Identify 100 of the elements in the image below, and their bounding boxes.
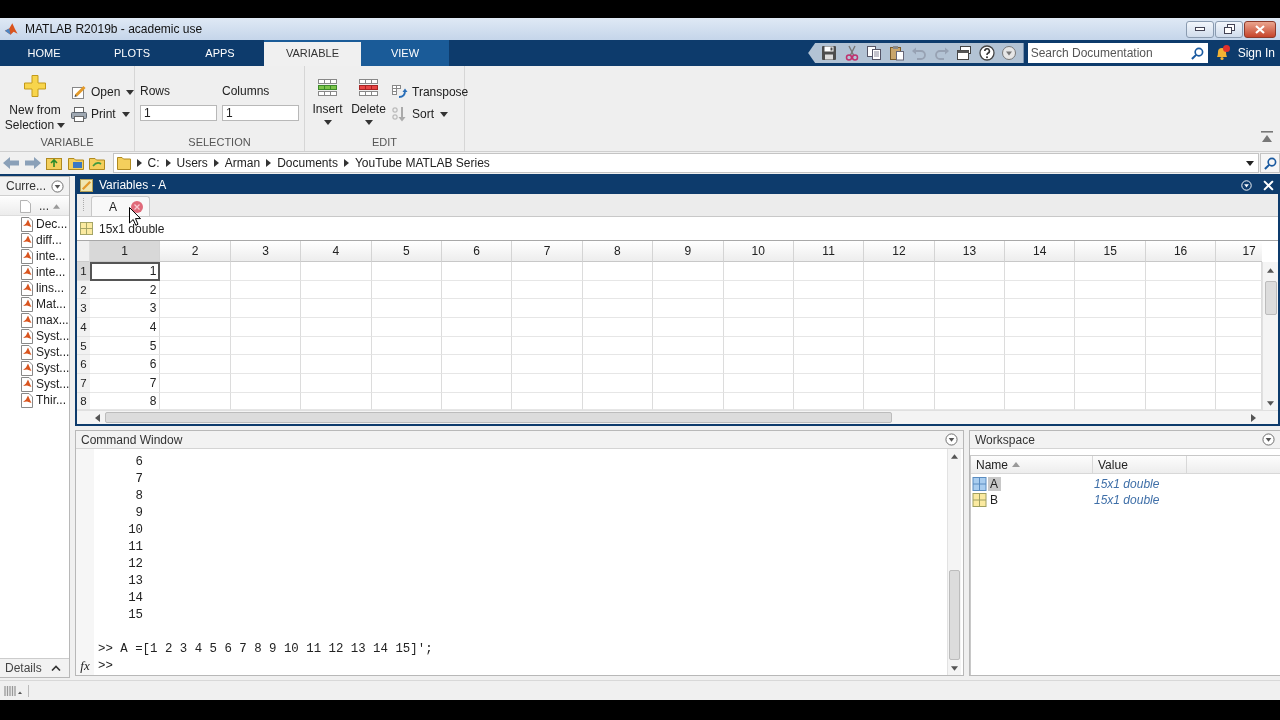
empty-cell[interactable] [864,336,935,356]
empty-cell[interactable] [230,299,302,319]
empty-cell[interactable] [441,299,513,319]
status-grip-icon[interactable] [4,684,29,697]
empty-cell[interactable] [371,374,442,393]
empty-cell[interactable] [793,374,865,393]
dropdown-circle-icon[interactable] [51,179,64,193]
dropdown-circle-icon[interactable] [945,433,958,446]
empty-cell[interactable] [582,280,654,300]
empty-cell[interactable] [160,374,231,393]
document-tab[interactable]: A [91,196,150,216]
column-header[interactable]: 4 [301,241,372,262]
table-cell[interactable]: 5 [90,336,161,356]
empty-cell[interactable] [582,299,654,319]
ribbon-tab[interactable]: VIEW [361,40,449,66]
empty-cell[interactable] [793,336,865,356]
column-header[interactable]: 3 [230,241,302,262]
file-name[interactable]: Syst... [36,377,70,391]
empty-cell[interactable] [230,336,302,356]
column-header[interactable]: 14 [1005,241,1076,262]
empty-cell[interactable] [793,262,865,281]
empty-cell[interactable] [864,374,935,393]
empty-cell[interactable] [1005,355,1076,375]
empty-cell[interactable] [1145,355,1217,375]
scrollbar-thumb[interactable] [105,412,892,423]
empty-cell[interactable] [723,262,794,281]
search-field[interactable]: Search Documentation [1027,43,1188,63]
empty-cell[interactable] [1075,374,1146,393]
empty-cell[interactable] [371,262,442,281]
empty-cell[interactable] [230,374,302,393]
empty-cell[interactable] [301,374,372,393]
empty-cell[interactable] [301,299,372,319]
columns-field[interactable]: 1 [222,105,299,121]
column-header[interactable]: 15 [1075,241,1146,262]
table-cell[interactable]: 3 [90,299,161,319]
file-name[interactable]: Thir... [36,393,66,407]
empty-cell[interactable] [1075,336,1146,356]
column-header[interactable]: 11 [793,241,865,262]
empty-cell[interactable] [1005,336,1076,356]
empty-cell[interactable] [1005,374,1076,393]
empty-cell[interactable] [1005,262,1076,281]
empty-cell[interactable] [371,355,442,375]
empty-cell[interactable] [441,336,513,356]
column-header[interactable]: 12 [864,241,935,262]
rows-field[interactable]: 1 [140,105,217,121]
empty-cell[interactable] [723,336,794,356]
function-browser-button[interactable]: fx [80,658,90,675]
empty-cell[interactable] [653,336,724,356]
empty-cell[interactable] [441,262,513,281]
file-name[interactable]: inte... [36,249,66,263]
column-header[interactable]: 16 [1145,241,1217,262]
scroll-up-icon[interactable] [1267,268,1274,273]
empty-cell[interactable] [512,262,583,281]
empty-cell[interactable] [371,336,442,356]
empty-cell[interactable] [653,280,724,300]
row-header[interactable]: 4 [77,318,90,337]
empty-cell[interactable] [1145,318,1217,337]
search-folder-button[interactable] [1260,153,1280,173]
column-header[interactable]: 10 [723,241,794,262]
row-header[interactable]: 7 [77,374,90,393]
close-icon[interactable] [131,200,143,213]
drag-handle-icon[interactable] [82,198,85,212]
table-cell[interactable]: 4 [90,318,161,337]
empty-cell[interactable] [793,355,865,375]
empty-cell[interactable] [653,355,724,375]
ribbon-tab[interactable]: VARIABLE [264,40,361,66]
scroll-down-icon[interactable] [951,666,958,671]
table-cell[interactable]: 6 [90,355,161,375]
column-header[interactable]: 17 [1216,241,1262,262]
breadcrumb-link[interactable]: C: [147,156,160,170]
scroll-up-icon[interactable] [951,454,958,459]
empty-cell[interactable] [1075,280,1146,300]
file-name[interactable]: max... [36,313,69,327]
grid-corner[interactable] [77,241,90,262]
empty-cell[interactable] [512,280,583,300]
empty-cell[interactable] [653,299,724,319]
empty-cell[interactable] [1075,318,1146,337]
column-header[interactable]: Value [1093,456,1187,473]
table-cell[interactable]: 2 [90,280,161,300]
breadcrumb-link[interactable]: Arman [224,156,261,170]
empty-cell[interactable] [864,280,935,300]
empty-cell[interactable] [160,318,231,337]
column-header[interactable]: Name [971,456,1093,473]
empty-cell[interactable] [512,374,583,393]
print-button[interactable]: Print [69,105,137,123]
empty-cell[interactable] [441,280,513,300]
empty-cell[interactable] [1145,336,1217,356]
empty-cell[interactable] [160,299,231,319]
empty-cell[interactable] [301,355,372,375]
dropdown-circle-icon[interactable] [1262,433,1275,446]
empty-cell[interactable] [301,336,372,356]
empty-cell[interactable] [301,262,372,281]
empty-cell[interactable] [1145,374,1217,393]
empty-cell[interactable] [230,262,302,281]
empty-cell[interactable] [793,299,865,319]
empty-cell[interactable] [723,280,794,300]
minimize-button[interactable] [1186,20,1214,38]
insert-button[interactable]: Insert [308,74,347,135]
empty-cell[interactable] [371,280,442,300]
column-header[interactable]: 1 [90,241,161,262]
